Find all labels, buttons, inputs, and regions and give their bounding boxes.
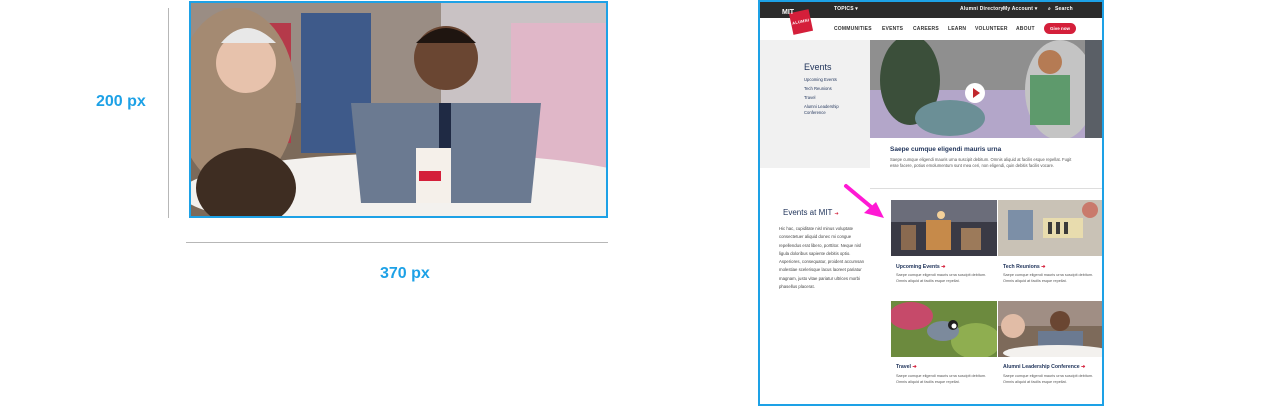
submenu-conference[interactable]: Conference (804, 110, 826, 115)
section-divider (870, 188, 1102, 189)
nav-careers[interactable]: CAREERS (913, 26, 939, 32)
width-dimension-label: 370 px (380, 265, 430, 282)
alumni-directory-link[interactable]: Alumni Directory (960, 6, 1004, 12)
arrow-right-icon: ➔ (912, 364, 917, 370)
featured-body: Saepe cumque eligendi mauris urna suscip… (890, 157, 1072, 168)
nav-communities[interactable]: COMMUNITIES (834, 26, 872, 32)
tile-label: Travel (896, 364, 911, 370)
events-at-mit-label: Events at MIT (783, 208, 833, 217)
logo-mit-text: MIT (782, 9, 795, 16)
events-submenu-title: Events (804, 62, 832, 72)
width-dimension-line (186, 242, 608, 243)
search-icon[interactable]: ⌕ (1048, 6, 1051, 12)
tile-image-travel[interactable] (891, 301, 997, 357)
topics-menu[interactable]: TOPICS ▾ (834, 6, 858, 12)
submenu-upcoming-events[interactable]: Upcoming Events (804, 77, 837, 82)
tile-image-alumni-leadership[interactable] (998, 301, 1102, 357)
tile-image-upcoming-events[interactable] (891, 200, 997, 256)
play-icon[interactable] (965, 83, 985, 103)
tile-title-alumni-leadership[interactable]: Alumni Leadership Conference ➔ (1003, 364, 1086, 370)
nav-volunteer[interactable]: VOLUNTEER (975, 26, 1008, 32)
hero-photo (189, 1, 608, 218)
tile-image-tech-reunions[interactable] (998, 200, 1102, 256)
featured-video-image[interactable] (870, 40, 1102, 138)
search-link[interactable]: Search (1055, 6, 1073, 12)
arrow-right-icon: ➔ (1041, 264, 1046, 270)
tile-body-alumni-leadership: Saepe cumque eligendi mauris urna suscip… (1003, 374, 1094, 384)
tile-title-travel[interactable]: Travel ➔ (896, 364, 917, 370)
submenu-travel[interactable]: Travel (804, 95, 815, 100)
tile-title-tech-reunions[interactable]: Tech Reunions ➔ (1003, 264, 1046, 270)
height-dimension-label: 200 px (96, 93, 146, 110)
tile-label: Upcoming Events (896, 264, 940, 270)
featured-title[interactable]: Saepe cumque eligendi mauris urna (890, 146, 1001, 153)
arrow-right-icon: ➔ (941, 264, 946, 270)
tile-body-travel: Saepe cumque eligendi mauris urna suscip… (896, 374, 987, 384)
tile-body-upcoming-events: Saepe cumque eligendi mauris urna suscip… (896, 273, 987, 283)
tile-label: Alumni Leadership Conference (1003, 364, 1080, 370)
tile-title-upcoming-events[interactable]: Upcoming Events ➔ (896, 264, 946, 270)
height-dimension-line (168, 8, 169, 218)
submenu-alumni-leadership[interactable]: Alumni Leadership (804, 104, 839, 109)
give-now-button[interactable]: Give now (1044, 23, 1076, 34)
nav-events[interactable]: EVENTS (882, 26, 903, 32)
tile-label: Tech Reunions (1003, 264, 1040, 270)
arrow-pointer-icon (844, 184, 884, 218)
submenu-tech-reunions[interactable]: Tech Reunions (804, 86, 832, 91)
tile-body-tech-reunions: Saepe cumque eligendi mauris urna suscip… (1003, 273, 1094, 283)
events-at-mit-title[interactable]: Events at MIT ➔ (783, 208, 839, 217)
nav-about[interactable]: ABOUT (1016, 26, 1035, 32)
nav-learn[interactable]: LEARN (948, 26, 966, 32)
website-mockup: TOPICS ▾ Alumni Directory My Account ▾ ⌕… (758, 0, 1104, 406)
arrow-right-icon: ➔ (1081, 364, 1086, 370)
events-at-mit-body: Hic hac, cupiditate nisl minus voluptate… (779, 226, 865, 290)
my-account-menu[interactable]: My Account ▾ (1003, 6, 1037, 12)
